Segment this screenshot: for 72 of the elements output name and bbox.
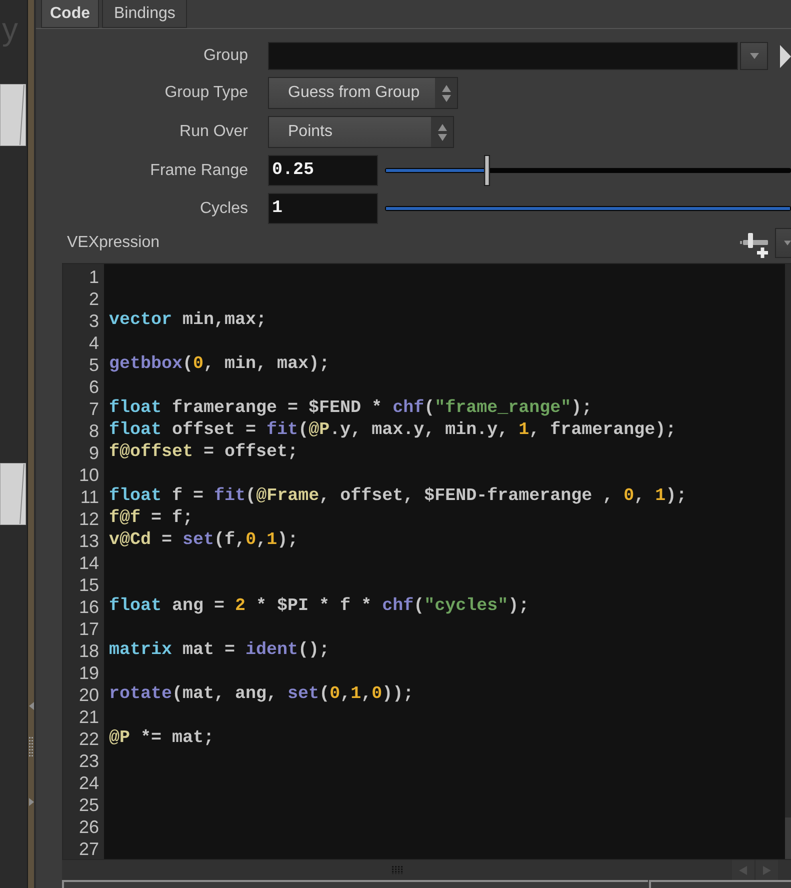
tab[interactable]: Bindings [102, 0, 188, 28]
left-triangle-icon [739, 866, 747, 874]
menu-button[interactable]: Points [268, 116, 454, 148]
line-number: 4 [88, 332, 100, 354]
code-line: matrix mat = ident(); [109, 640, 330, 662]
scroll-right-button[interactable] [756, 860, 778, 880]
code-line: vector min,max; [109, 310, 267, 332]
caret-icon [750, 53, 758, 59]
parameter-label: Frame Range [149, 162, 248, 180]
line-number: 2 [88, 288, 100, 310]
slider-track[interactable] [385, 168, 791, 173]
line-number: 15 [78, 574, 100, 596]
resize-grip-icon[interactable] [392, 866, 403, 874]
section-label: VEXpression [67, 234, 160, 252]
line-number: 27 [78, 838, 100, 860]
parameter-label: Run Over [178, 123, 248, 141]
number-field[interactable]: 1 [268, 193, 378, 224]
code-line: float ang = 2 * $PI * f * chf("cycles"); [109, 596, 530, 618]
line-number: 26 [78, 816, 100, 838]
line-number: 23 [78, 750, 100, 772]
line-number: 19 [78, 662, 100, 684]
parameter-label: Cycles [198, 200, 248, 218]
code-line: rotate(mat, ang, set(0,1,0)); [109, 684, 414, 706]
code-line: @P *= mat; [109, 728, 214, 750]
up-down-arrows-icon [442, 84, 450, 102]
line-number: 24 [78, 772, 100, 794]
scroll-left-button[interactable] [732, 860, 754, 880]
line-number: 18 [78, 640, 100, 662]
code-area[interactable] [104, 264, 785, 859]
dropdown-button[interactable] [740, 42, 768, 70]
tab[interactable]: Code [41, 0, 99, 28]
line-number: 1 [88, 266, 100, 288]
line-number: 25 [78, 794, 100, 816]
right-triangle-icon[interactable] [28, 798, 34, 806]
parameter-label: Group Type [164, 84, 248, 102]
line-number: 8 [88, 420, 100, 442]
code-line: float offset = fit(@P.y, max.y, min.y, 1, framerange); [109, 420, 676, 442]
code-line: float f = fit(@Frame, offset, $FEND-framerange , 0, 1); [109, 486, 687, 508]
node-shape[interactable] [0, 463, 26, 525]
group-field[interactable] [268, 42, 738, 70]
caret-icon [784, 240, 791, 246]
code-line: getbbox(0, min, max); [109, 354, 330, 376]
code-line: f@offset = offset; [109, 442, 298, 464]
code-line: v@Cd = set(f,0,1); [109, 530, 298, 552]
grip-icon[interactable] [29, 737, 33, 758]
code-line: f@f = f; [109, 508, 194, 530]
slider-thumb[interactable] [484, 155, 490, 186]
arrow-icon[interactable] [780, 44, 791, 68]
menu-button[interactable]: Guess from Group [268, 77, 458, 109]
dropdown-button[interactable] [775, 228, 791, 258]
line-number: 21 [78, 706, 100, 728]
line-number: 13 [78, 530, 100, 552]
line-number: 17 [78, 618, 100, 640]
line-number: 11 [79, 486, 100, 508]
number-field[interactable]: 0.25 [268, 155, 378, 186]
line-number: 9 [88, 442, 100, 464]
line-number: 14 [78, 552, 100, 574]
line-number: 16 [78, 596, 100, 618]
line-number: 3 [88, 310, 100, 332]
node-shape[interactable] [0, 84, 26, 146]
left-triangle-icon[interactable] [28, 702, 34, 710]
line-number: 6 [88, 376, 100, 398]
parameter-label: Group [202, 47, 248, 65]
line-number: 7 [88, 398, 100, 420]
right-triangle-icon [763, 866, 771, 874]
line-number: 20 [78, 684, 100, 706]
code-line: float framerange = $FEND * chf("frame_range"); [109, 398, 592, 420]
line-number: 5 [88, 354, 100, 376]
line-number: 22 [78, 728, 100, 750]
up-down-arrows-icon [438, 124, 446, 140]
line-number: 10 [78, 464, 100, 486]
line-number: 12 [78, 508, 100, 530]
